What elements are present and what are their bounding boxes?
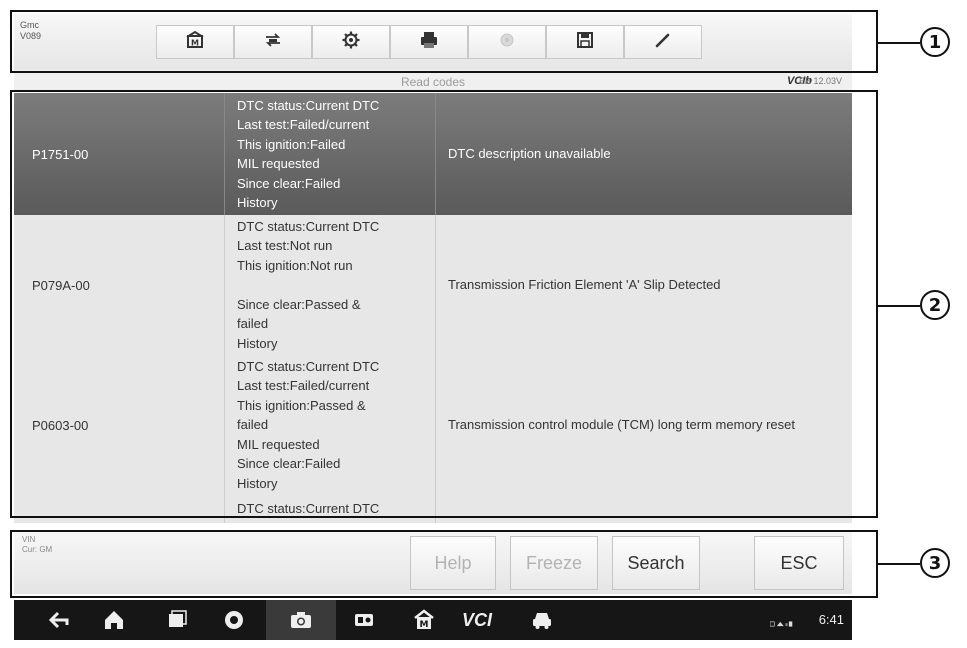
callout-frame-main xyxy=(10,90,878,518)
battery-voltage: EB 12.03V xyxy=(798,76,842,86)
vci-icon[interactable]: VCI xyxy=(454,600,500,640)
camera-icon[interactable] xyxy=(266,600,336,640)
callout-number: 2 xyxy=(920,290,950,320)
dongle-icon[interactable] xyxy=(344,600,384,640)
callout-number: 1 xyxy=(920,27,950,57)
maxisys-home-icon[interactable]: M xyxy=(404,600,444,640)
callout-number: 3 xyxy=(920,548,950,578)
callout-frame-toolbar xyxy=(10,10,878,73)
browser-icon[interactable] xyxy=(214,600,254,640)
callout-frame-function-bar xyxy=(10,530,878,598)
status-row: Read codes VCIb EB 12.03V xyxy=(14,70,852,92)
clock: 6:41 xyxy=(818,612,844,627)
recent-apps-icon[interactable] xyxy=(157,600,197,640)
home-icon[interactable] xyxy=(94,600,134,640)
callout-leader xyxy=(878,563,920,565)
callout-leader xyxy=(878,305,920,307)
svg-text:M: M xyxy=(420,620,429,630)
android-nav-bar: M VCI 6:41 xyxy=(14,600,852,640)
status-icons xyxy=(769,612,794,641)
callout-leader xyxy=(878,42,920,44)
back-icon[interactable] xyxy=(40,600,80,640)
page-title: Read codes xyxy=(400,75,466,89)
car-icon[interactable] xyxy=(522,600,562,640)
